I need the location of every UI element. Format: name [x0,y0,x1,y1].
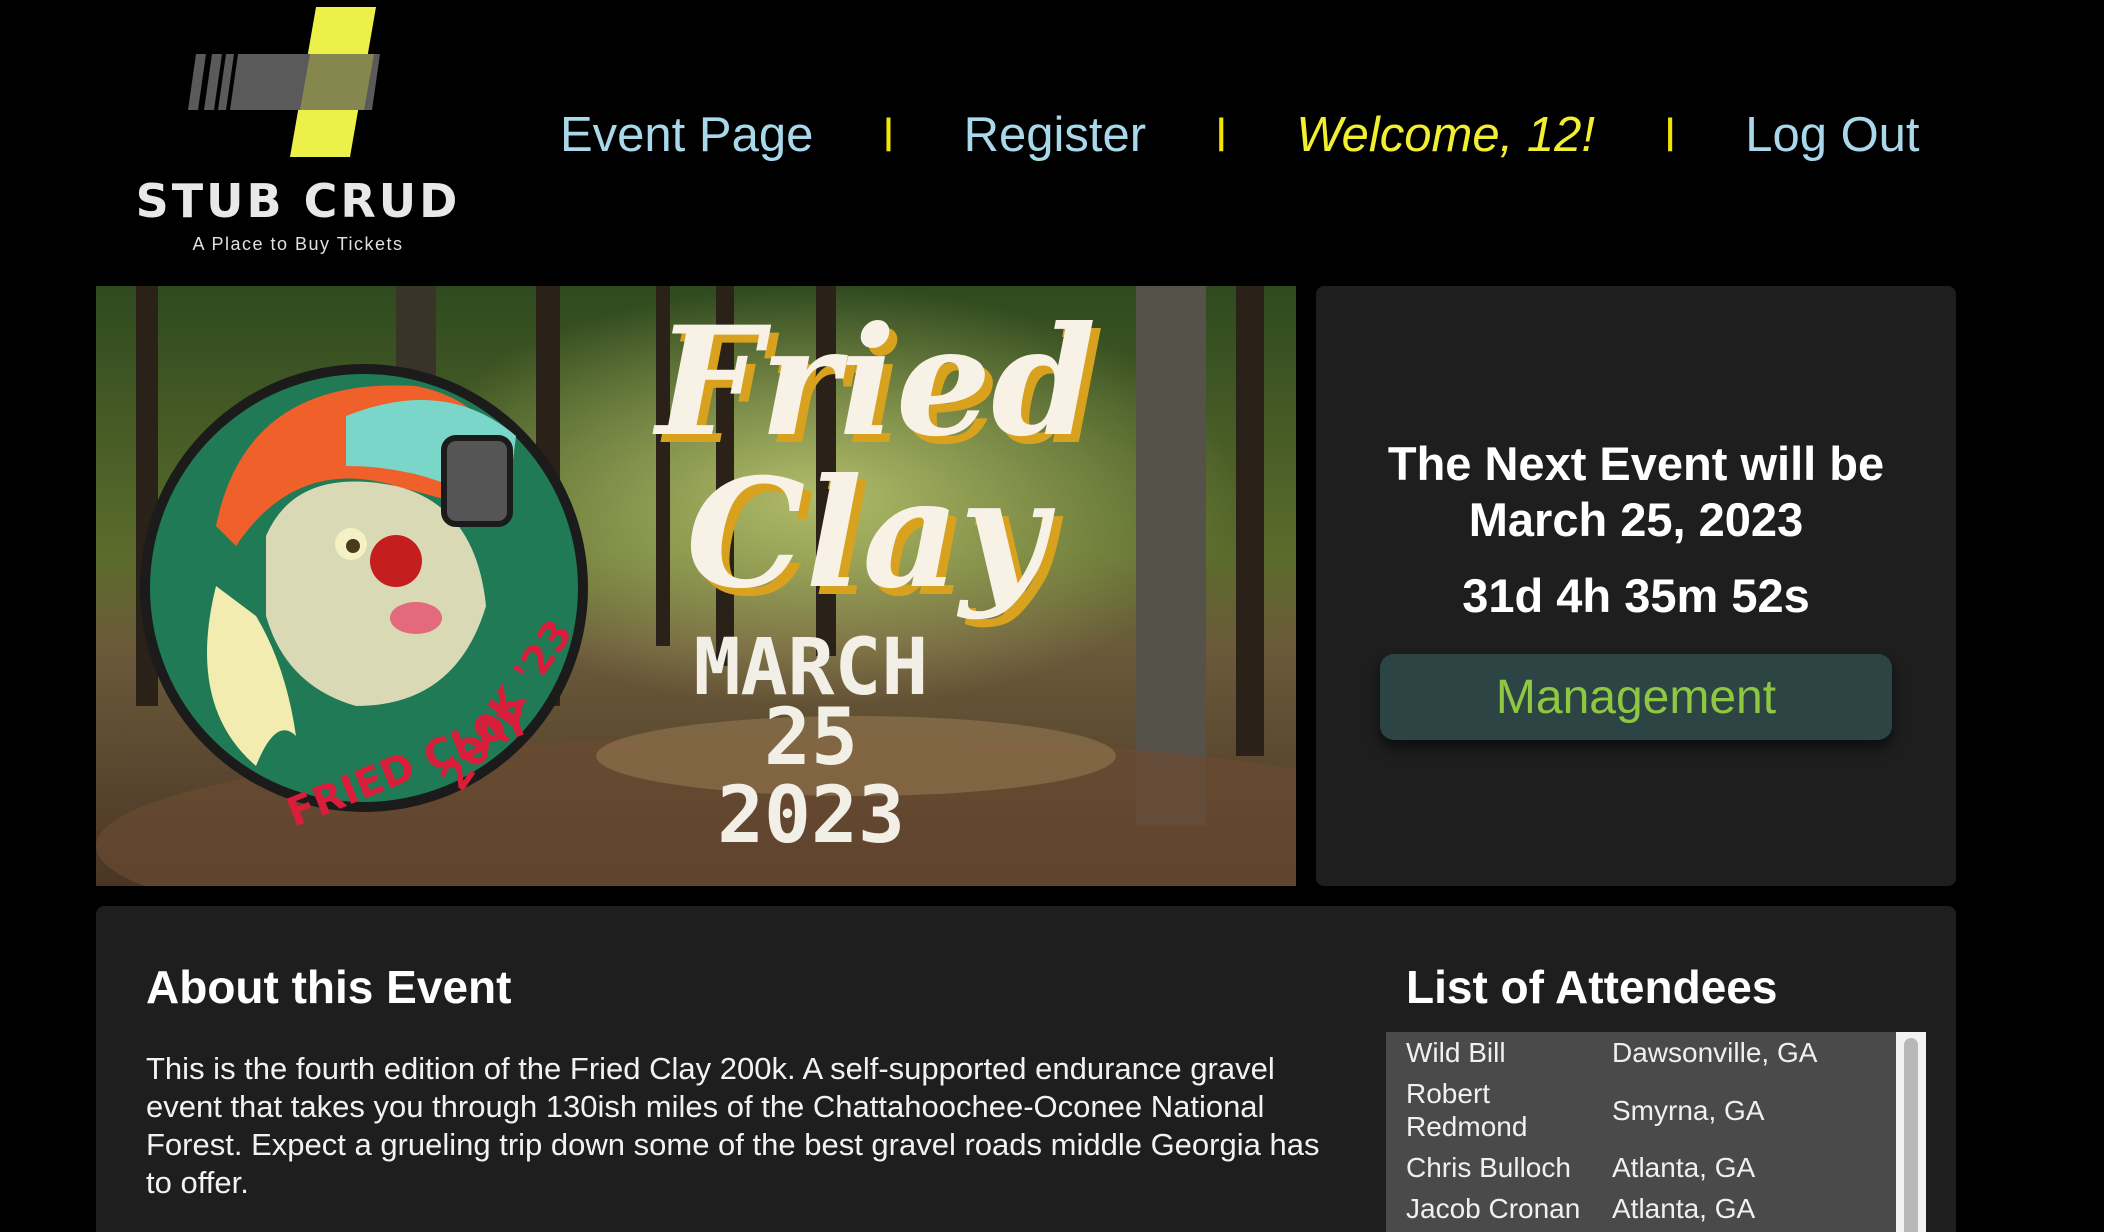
attendees-scrollbar[interactable] [1896,1032,1926,1232]
hero-date-day: 25 [764,693,858,783]
event-hero-image: 200K '23 FRIED CLAY Fried Fried Clay Cla… [96,286,1296,886]
about-title: About this Event [146,961,512,1013]
attendees-list[interactable]: Wild Bill Dawsonville, GA Robert Redmond Sm… [1386,1032,1926,1232]
countdown-timer: 31d 4h 35m 52s [1462,569,1810,622]
top-nav: Event Page l Register l Welcome, 12! l L… [560,100,1920,170]
nav-separator: l [1664,109,1676,161]
nav-separator: l [883,109,894,161]
hero-date-year: 2023 [717,771,905,861]
scrollbar-thumb[interactable] [1904,1038,1918,1232]
attendee-row: Jacob Cronan Atlanta, GA [1386,1188,1894,1229]
event-poster-image: 200K '23 FRIED CLAY Fried Fried Clay Cla… [96,286,1296,886]
management-button[interactable]: Management [1380,654,1892,740]
hero-title-line1: Fried [652,294,1096,470]
logo-title: STUB CRUD [135,174,461,228]
attendee-name: Robert Redmond [1406,1078,1528,1142]
attendee-location: Dawsonville, GA [1612,1037,1818,1068]
attendee-location: Atlanta, GA [1612,1152,1756,1183]
attendees-table: Wild Bill Dawsonville, GA Robert Redmond Sm… [1386,1032,1894,1229]
nav-logout[interactable]: Log Out [1745,107,1919,163]
next-event-date: March 25, 2023 [1468,493,1804,546]
attendee-row: Robert Redmond Smyrna, GA [1386,1073,1894,1147]
about-description: This is the fourth edition of the Fried … [146,1051,1320,1200]
attendee-name: Wild Bill [1406,1037,1506,1068]
event-info-section: About this Event This is the fourth edit… [96,906,1956,1232]
nav-register[interactable]: Register [964,107,1146,163]
attendee-location: Smyrna, GA [1612,1094,1765,1126]
next-event-label: The Next Event will be [1387,437,1885,490]
nav-event-page[interactable]: Event Page [560,107,813,163]
logo-mark-icon [188,7,380,157]
attendee-name: Chris Bulloch [1406,1152,1571,1183]
logo[interactable]: STUB CRUD A Place to Buy Tickets [128,2,468,254]
logo-tagline: A Place to Buy Tickets [192,234,404,254]
next-event-panel: The Next Event will be March 25, 2023 31… [1316,286,1956,886]
attendee-location: Atlanta, GA [1612,1193,1756,1224]
attendee-row: Wild Bill Dawsonville, GA [1386,1032,1894,1073]
welcome-message: Welcome, 12! [1296,108,1595,162]
nav-separator: l [1216,109,1227,161]
attendee-row: Chris Bulloch Atlanta, GA [1386,1147,1894,1188]
hero-title-line2: Clay [686,446,1056,622]
attendee-name: Jacob Cronan [1406,1193,1581,1224]
attendees-title: List of Attendees [1406,961,1778,1013]
